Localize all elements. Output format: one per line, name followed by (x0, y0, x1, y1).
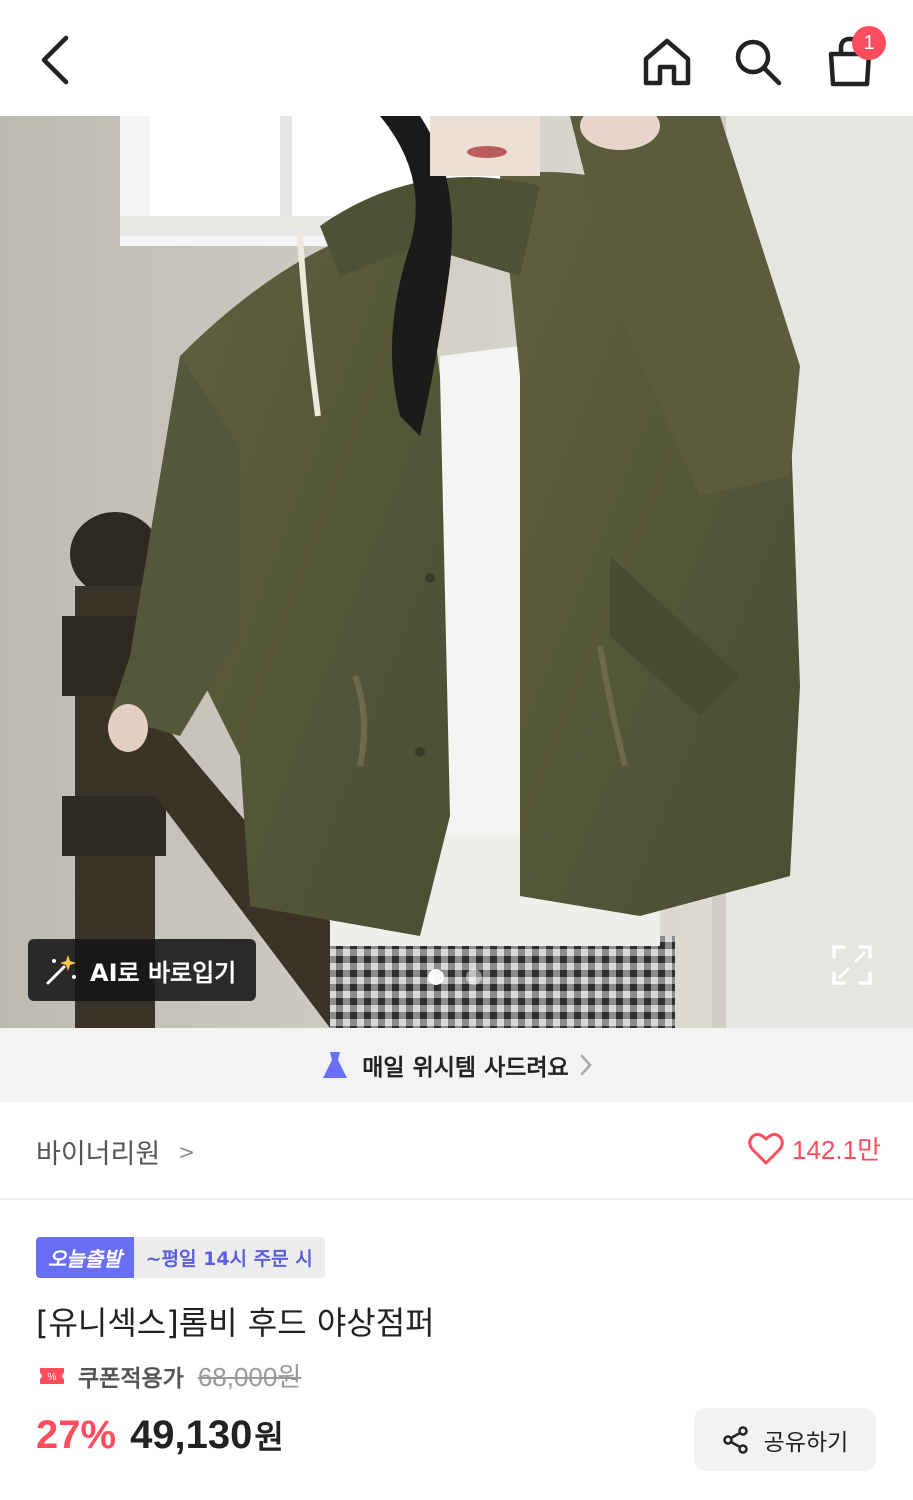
like-count: 142.1만 (792, 1135, 881, 1165)
heart-icon (748, 1132, 784, 1164)
same-day-shipping-badge: 오늘출발 (36, 1237, 134, 1278)
promo-text: 매일 위시템 사드려요 (362, 1055, 569, 1081)
delivery-badge-group: 오늘출발 ~평일 14시 주문 시 (36, 1237, 325, 1278)
dress-icon (323, 1052, 348, 1078)
original-price: 68,000원 (197, 1362, 302, 1392)
share-label: 공유하기 (763, 1429, 849, 1456)
chevron-left-icon (41, 35, 69, 85)
home-button[interactable] (636, 33, 698, 91)
carousel-indicator (428, 969, 482, 985)
brand-chevron: > (178, 1139, 195, 1164)
top-navigation-bar: 1 (0, 0, 913, 116)
cart-button[interactable]: 1 (818, 26, 886, 92)
home-icon (643, 38, 691, 86)
magic-wand-icon (46, 955, 76, 985)
carousel-dot-active[interactable] (428, 969, 444, 985)
ai-try-on-label: AI로 바로입기 (90, 958, 237, 987)
cart-count-badge: 1 (852, 26, 886, 60)
search-button[interactable] (728, 33, 788, 91)
ai-try-on-button[interactable]: AI로 바로입기 (28, 939, 256, 1001)
coupon-price-label: 쿠폰적용가 (78, 1365, 184, 1392)
brand-row: 바이너리원 > 142.1만 (0, 1102, 913, 1200)
like-button[interactable]: 142.1만 (748, 1130, 881, 1167)
expand-fullscreen-icon[interactable] (830, 943, 874, 987)
carousel-dot[interactable] (466, 969, 482, 985)
back-button[interactable] (28, 30, 84, 90)
brand-link[interactable]: 바이너리원 > (36, 1132, 195, 1171)
product-title: [유니섹스]롬비 후드 야상점퍼 (36, 1304, 435, 1342)
share-icon (722, 1425, 748, 1454)
wish-item-promo-banner[interactable]: 매일 위시템 사드려요 (0, 1028, 913, 1102)
chevron-right-icon (580, 1054, 592, 1076)
currency-unit: 원 (254, 1418, 284, 1456)
coupon-icon: % (40, 1367, 64, 1384)
order-deadline-badge: ~평일 14시 주문 시 (133, 1237, 325, 1278)
product-image-carousel[interactable]: AI로 바로입기 (0, 116, 913, 1028)
search-icon (735, 39, 782, 86)
product-photo (0, 116, 913, 1028)
price-row: 27% 49,130 원 (36, 1412, 284, 1458)
share-button[interactable]: 공유하기 (694, 1408, 876, 1471)
svg-text:%: % (48, 1372, 57, 1383)
coupon-price-row: % 쿠폰적용가 68,000원 (38, 1357, 301, 1394)
sale-price: 49,130 (130, 1413, 253, 1457)
brand-name: 바이너리원 (36, 1139, 161, 1170)
discount-rate: 27% (36, 1413, 117, 1457)
